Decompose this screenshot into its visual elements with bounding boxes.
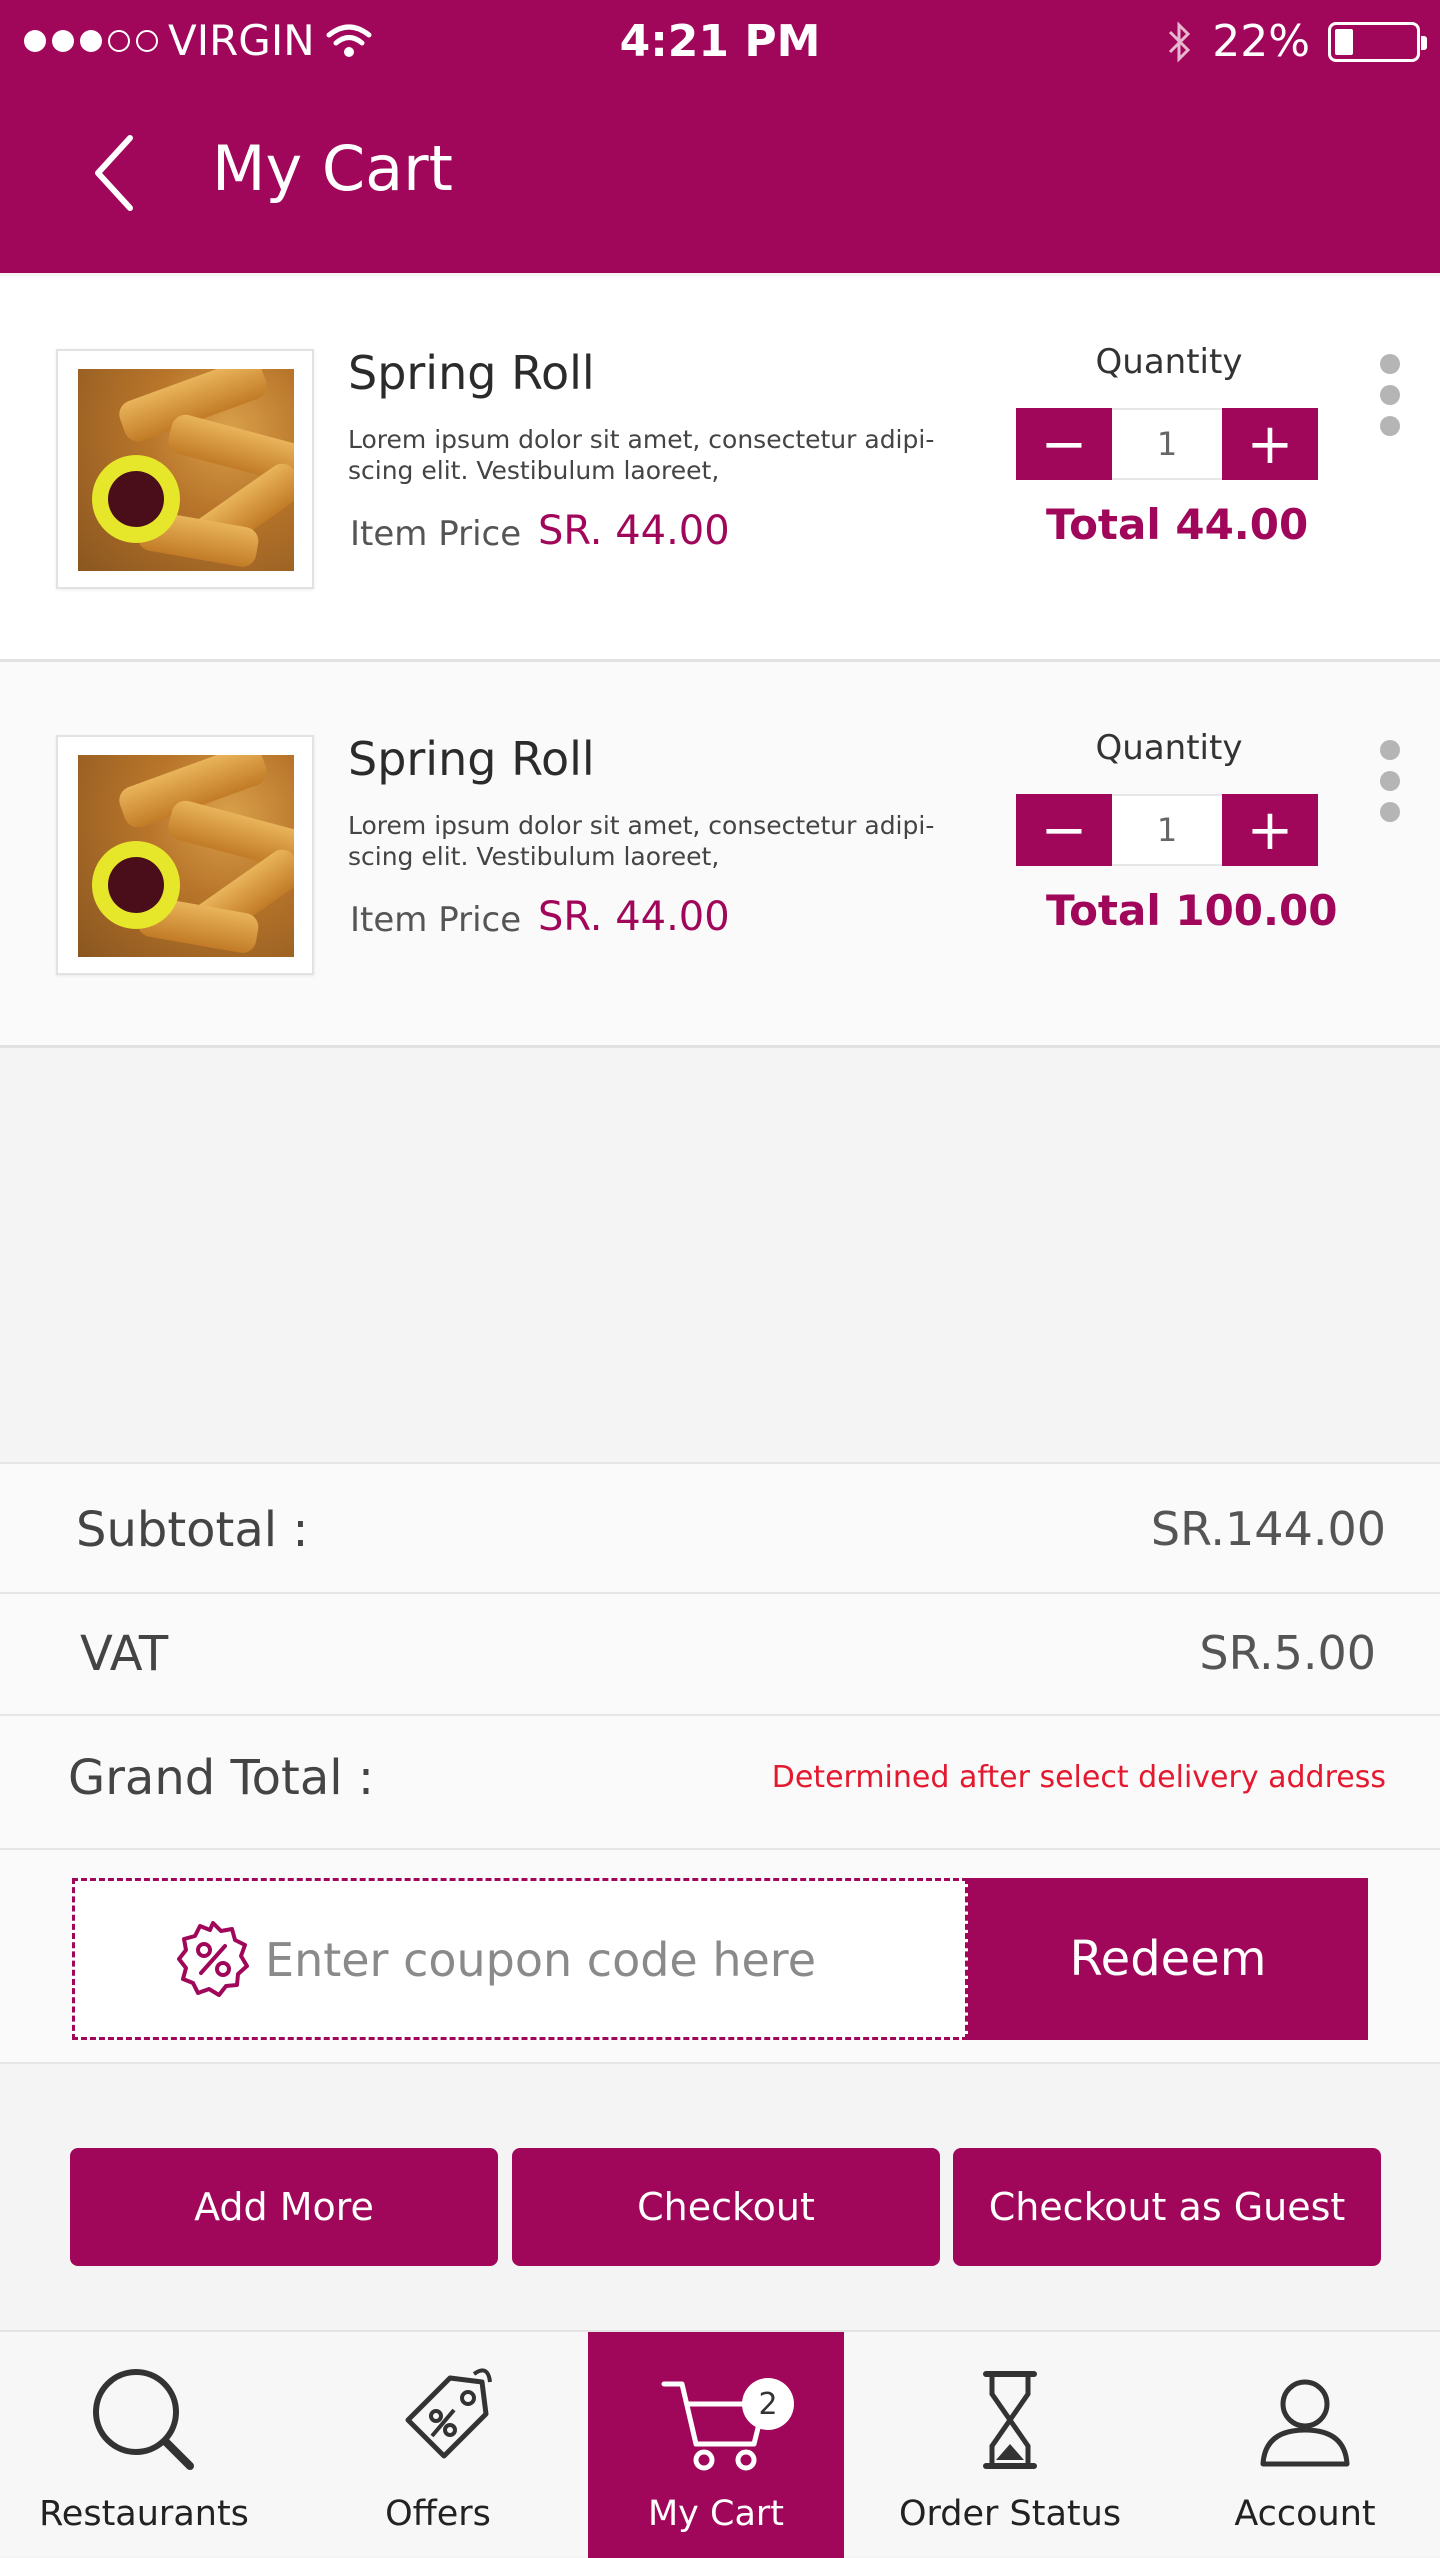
bluetooth-icon — [1169, 20, 1191, 63]
item-name: Spring Roll — [348, 346, 595, 400]
tab-my-cart[interactable]: My Cart — [588, 2332, 844, 2558]
tab-order-status[interactable]: Order Status — [888, 2332, 1132, 2558]
vat-value: SR.5.00 — [1199, 1626, 1376, 1680]
action-bar: Add More Checkout Checkout as Guest — [0, 2064, 1440, 2330]
item-price-label: Item Price — [350, 514, 522, 554]
bottom-tab-bar: Restaurants Offers My Cart 2 Order Statu… — [0, 2330, 1440, 2558]
coupon-field[interactable] — [72, 1878, 968, 2040]
back-chevron-icon[interactable] — [86, 128, 146, 218]
tab-account[interactable]: Account — [1190, 2332, 1420, 2558]
quantity-stepper: − 1 + — [1016, 794, 1318, 866]
grand-total-label: Grand Total : — [68, 1750, 375, 1806]
subtotal-label: Subtotal : — [76, 1502, 309, 1558]
quantity-label: Quantity — [1095, 342, 1243, 382]
status-right: 22% — [1164, 16, 1427, 67]
add-more-button[interactable]: Add More — [70, 2148, 498, 2266]
item-price: SR. 44.00 — [538, 508, 730, 554]
decrease-quantity-button[interactable]: − — [1016, 408, 1112, 480]
tab-label: Offers — [385, 2494, 491, 2534]
cart-count-badge: 2 — [742, 2378, 794, 2430]
more-options-icon[interactable] — [1380, 740, 1404, 822]
page-title: My Cart — [212, 132, 453, 205]
status-bar: VIRGIN 4:21 PM 22% — [0, 0, 1440, 90]
subtotal-row: Subtotal : SR.144.00 — [0, 1462, 1440, 1592]
item-price: SR. 44.00 — [538, 894, 730, 940]
search-icon — [93, 2369, 194, 2470]
decrease-quantity-button[interactable]: − — [1016, 794, 1112, 866]
hourglass-icon — [983, 2371, 1037, 2469]
cart-item: Spring Roll Lorem ipsum dolor sit amet, … — [0, 276, 1440, 662]
battery-icon — [1328, 21, 1427, 62]
vat-label: VAT — [80, 1626, 169, 1682]
user-icon — [1260, 2379, 1350, 2467]
redeem-button[interactable]: Redeem — [968, 1878, 1368, 2040]
increase-quantity-button[interactable]: + — [1222, 794, 1318, 866]
item-total: Total 100.00 — [1046, 886, 1338, 935]
battery-percent: 22% — [1212, 16, 1310, 67]
item-name: Spring Roll — [348, 732, 595, 786]
tab-label: Account — [1234, 2494, 1376, 2534]
item-description: Lorem ipsum dolor sit amet, consectetur … — [348, 425, 935, 485]
subtotal-value: SR.144.00 — [1150, 1502, 1386, 1556]
quantity-label: Quantity — [1095, 728, 1243, 768]
coupon-row: Redeem — [0, 1848, 1440, 2064]
item-image — [56, 349, 314, 589]
tab-label: Order Status — [898, 2494, 1122, 2534]
grand-total-note: Determined after select delivery address — [771, 1760, 1386, 1795]
more-options-icon[interactable] — [1380, 354, 1404, 436]
quantity-value[interactable]: 1 — [1112, 794, 1222, 866]
quantity-stepper: − 1 + — [1016, 408, 1318, 480]
tab-label: Restaurants — [39, 2494, 249, 2534]
item-description: Lorem ipsum dolor sit amet, consectetur … — [348, 811, 935, 871]
tab-label: My Cart — [647, 2494, 785, 2534]
checkout-guest-button[interactable]: Checkout as Guest — [953, 2148, 1381, 2266]
item-price-label: Item Price — [350, 900, 522, 940]
vat-row: VAT SR.5.00 — [0, 1592, 1440, 1714]
grand-total-row: Grand Total : Determined after select de… — [0, 1714, 1440, 1848]
coupon-input[interactable] — [263, 1915, 943, 2005]
app-header: VIRGIN 4:21 PM 22% My Cart — [0, 0, 1440, 273]
item-total: Total 44.00 — [1046, 500, 1309, 549]
item-image — [56, 735, 314, 975]
increase-quantity-button[interactable]: + — [1222, 408, 1318, 480]
tab-restaurants[interactable]: Restaurants — [26, 2332, 262, 2558]
quantity-value[interactable]: 1 — [1112, 408, 1222, 480]
tab-offers[interactable]: Offers — [318, 2332, 558, 2558]
discount-badge-icon — [177, 1921, 249, 1997]
tag-icon — [405, 2368, 492, 2459]
cart-item: Spring Roll Lorem ipsum dolor sit amet, … — [0, 662, 1440, 1048]
checkout-button[interactable]: Checkout — [512, 2148, 940, 2266]
